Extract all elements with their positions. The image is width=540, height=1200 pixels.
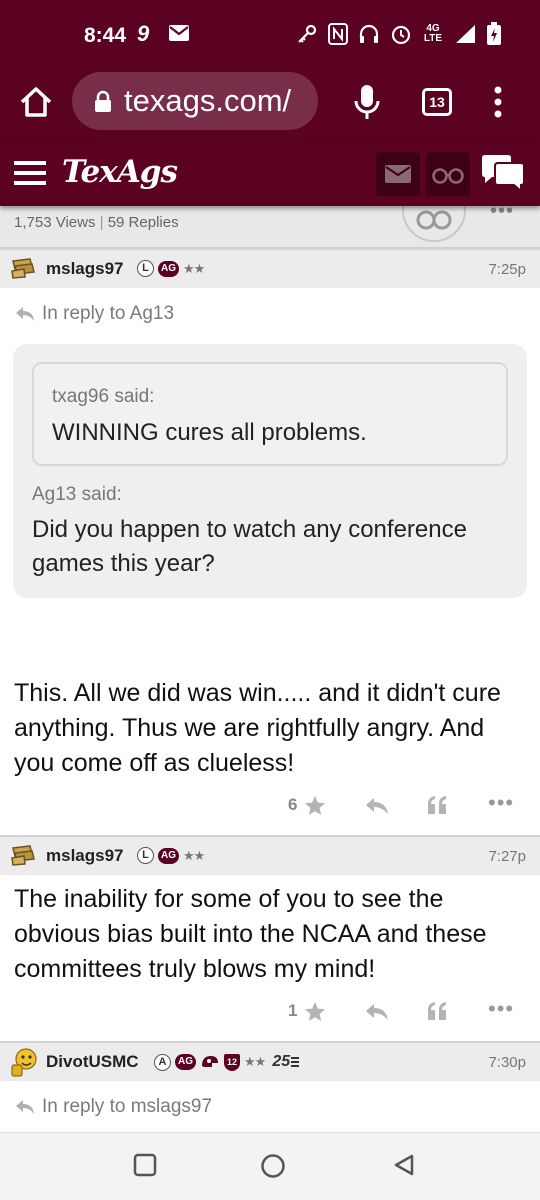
alarm-icon xyxy=(391,25,411,45)
quote-author: txag96 said: xyxy=(52,386,155,407)
quote-block: txag96 said: WINNING cures all problems.… xyxy=(13,344,527,598)
post-header: mslags97 L AG ★★ 7:25p xyxy=(0,248,540,288)
rating-stars: ★★ xyxy=(183,260,205,276)
watchlist-button[interactable] xyxy=(426,152,470,196)
hamburger-icon[interactable] xyxy=(14,160,46,186)
vpn-key-icon xyxy=(298,24,317,43)
letterman-badge: L xyxy=(137,847,154,864)
battery-charging-icon xyxy=(487,22,501,45)
stats-separator: | xyxy=(99,214,104,231)
quote-text: WINNING cures all problems. xyxy=(52,419,367,446)
site-logo[interactable]: TexAgs xyxy=(62,154,178,190)
letterman-badge: A xyxy=(154,1053,171,1071)
view-count: 1,753 Views xyxy=(14,214,96,231)
in-reply-to[interactable]: In reply to Ag13 xyxy=(14,303,174,325)
donor-lines-icon xyxy=(291,1057,300,1067)
nine-news-icon: 9 xyxy=(137,22,150,44)
status-left-icons: 9 xyxy=(136,22,190,44)
user-badges: L AG ★★ xyxy=(137,847,205,864)
star-icon[interactable] xyxy=(303,794,327,818)
post-body: The inability for some of you to see the… xyxy=(14,885,487,983)
post-username[interactable]: mslags97 xyxy=(46,259,124,279)
thread-stats: 1,753 Views | 59 Replies xyxy=(14,214,179,231)
in-reply-to[interactable]: In reply to mslags97 xyxy=(14,1096,212,1118)
more-icon[interactable]: ••• xyxy=(488,790,514,816)
chat-icon[interactable] xyxy=(480,154,526,194)
system-navigation-bar xyxy=(0,1132,540,1200)
binoculars-icon xyxy=(432,168,464,184)
thread-stats-bar: ••• 1,753 Views | 59 Replies xyxy=(0,178,540,248)
ag-badge: AG xyxy=(175,1054,196,1070)
number-badge: 12 xyxy=(224,1053,240,1071)
home-icon[interactable] xyxy=(18,84,54,120)
ag-badge: AG xyxy=(158,847,179,864)
reply-icon[interactable] xyxy=(364,1002,390,1022)
post-username[interactable]: mslags97 xyxy=(46,846,124,866)
nfc-icon xyxy=(328,23,348,45)
address-bar[interactable]: texags.com/ xyxy=(72,72,318,130)
signal-icon xyxy=(456,25,475,43)
like-count: 1 xyxy=(288,1001,298,1020)
helmet-icon xyxy=(202,1056,218,1067)
post-header: mslags97 L AG ★★ 7:27p xyxy=(0,835,540,875)
donor-badge: 25 xyxy=(272,1053,300,1071)
headset-icon xyxy=(359,24,379,43)
user-badges: L AG ★★ xyxy=(137,260,205,277)
rating-stars: ★★ xyxy=(244,1054,266,1069)
quote-text: Did you happen to watch any conference g… xyxy=(32,516,467,577)
gmail-icon xyxy=(169,25,189,41)
quote-author: Ag13 said: xyxy=(32,484,122,505)
url-text: texags.com/ xyxy=(124,83,292,118)
reply-to-text: In reply to Ag13 xyxy=(42,303,175,324)
browser-toolbar: texags.com/ 13 xyxy=(0,70,540,138)
star-icon[interactable] xyxy=(303,1000,327,1024)
status-time: 8:44 xyxy=(84,24,127,47)
mic-icon[interactable] xyxy=(352,82,382,122)
recents-icon[interactable] xyxy=(133,1153,157,1177)
post-actions: 6 ••• xyxy=(0,786,540,826)
lock-icon xyxy=(95,90,111,112)
post-body: This. All we did was win..... and it did… xyxy=(14,679,501,777)
reply-arrow-icon xyxy=(16,307,34,321)
post-actions: 1 ••• xyxy=(0,992,540,1032)
overflow-menu-icon[interactable] xyxy=(488,84,508,120)
donor-badge-number: 25 xyxy=(272,1053,291,1070)
money-icon xyxy=(11,258,35,279)
reply-count: 59 Replies xyxy=(107,214,179,231)
user-badges: A AG 12 ★★ 25 xyxy=(154,1053,300,1071)
post-time: 7:25p xyxy=(488,261,526,278)
reply-to-text: In reply to mslags97 xyxy=(42,1096,213,1117)
mail-icon xyxy=(385,165,411,183)
tab-count: 13 xyxy=(429,94,445,110)
back-icon[interactable] xyxy=(392,1153,416,1177)
network-type: 4G LTE xyxy=(423,23,443,44)
rating-stars: ★★ xyxy=(183,847,205,863)
status-right-icons: 4G LTE xyxy=(296,22,502,46)
quote-icon[interactable] xyxy=(426,1000,448,1022)
post-header: DivotUSMC A AG 12 ★★ 25 7:30p xyxy=(0,1041,540,1081)
post-username[interactable]: DivotUSMC xyxy=(46,1052,139,1072)
reply-arrow-icon xyxy=(16,1100,34,1114)
more-icon[interactable]: ••• xyxy=(488,996,514,1022)
nested-quote: txag96 said: WINNING cures all problems. xyxy=(32,362,508,466)
post-time: 7:27p xyxy=(488,848,526,865)
status-bar: 8:44 9 4G LTE xyxy=(0,0,540,70)
letterman-badge: L xyxy=(137,260,154,277)
reply-icon[interactable] xyxy=(364,796,390,816)
messages-button[interactable] xyxy=(376,152,420,196)
svg-text:9: 9 xyxy=(137,22,150,44)
money-icon xyxy=(11,845,35,866)
site-header: TexAgs xyxy=(0,138,540,206)
like-count: 6 xyxy=(288,795,298,814)
emoji-avatar-icon xyxy=(11,1048,37,1077)
quote-icon[interactable] xyxy=(426,794,448,816)
home-circle-icon[interactable] xyxy=(260,1153,286,1179)
ag-badge: AG xyxy=(158,260,179,277)
tabs-icon[interactable]: 13 xyxy=(422,88,452,116)
post-time: 7:30p xyxy=(488,1054,526,1071)
